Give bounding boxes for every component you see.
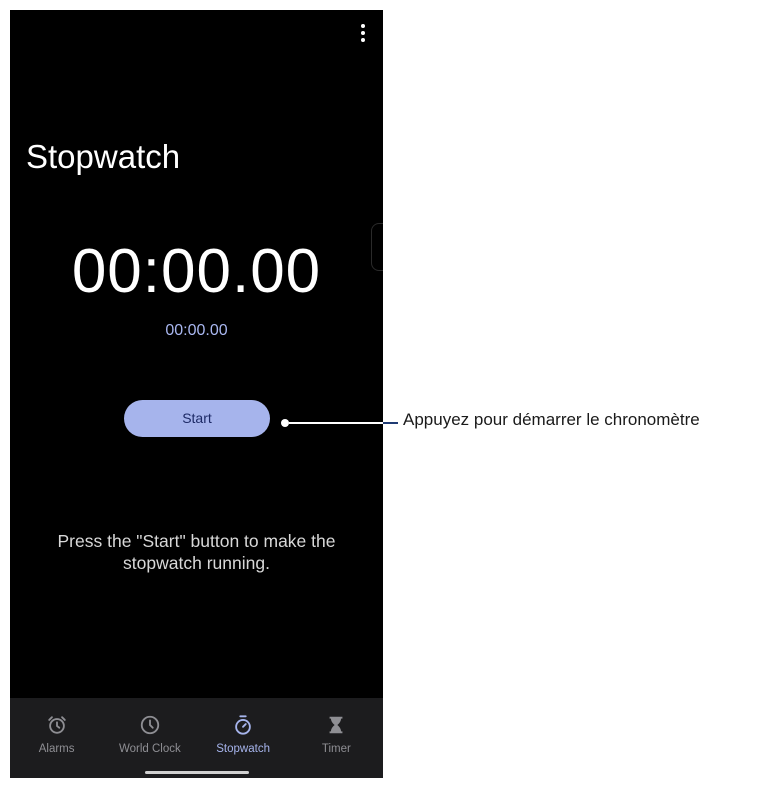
phone-screen: Stopwatch 00:00.00 00:00.00 Start Press … (10, 10, 383, 778)
home-indicator[interactable] (145, 771, 249, 774)
nav-item-timer[interactable]: Timer (290, 698, 383, 778)
hourglass-icon (329, 716, 343, 734)
stopwatch-icon (235, 715, 251, 735)
nav-label-timer: Timer (321, 743, 351, 755)
nav-label-stopwatch: Stopwatch (216, 743, 270, 755)
callout-dot (281, 419, 289, 427)
clock-icon (140, 715, 160, 735)
callout-line (289, 422, 383, 424)
callout-text: Appuyez pour démarrer le chronomètre (403, 410, 700, 429)
nav-label-world-clock: World Clock (118, 743, 181, 755)
nav-item-alarms[interactable]: Alarms (10, 698, 103, 778)
nav-item-stopwatch[interactable]: Stopwatch (197, 698, 290, 778)
bottom-navigation: Alarms World Clock Stopwatch Timer (10, 698, 383, 778)
more-vertical-icon[interactable] (359, 24, 367, 46)
callout-line-accent (383, 422, 398, 424)
hint-text: Press the "Start" button to make the sto… (57, 531, 336, 573)
nav-item-world-clock[interactable]: World Clock (103, 698, 196, 778)
nav-label-alarms: Alarms (38, 743, 75, 755)
stopwatch-main-time: 00:00.00 (71, 237, 322, 306)
page-title: Stopwatch (26, 138, 181, 175)
start-button[interactable]: Start (124, 400, 270, 437)
stopwatch-lap-time: 00:00.00 (165, 322, 228, 339)
alarm-clock-icon (47, 716, 66, 734)
